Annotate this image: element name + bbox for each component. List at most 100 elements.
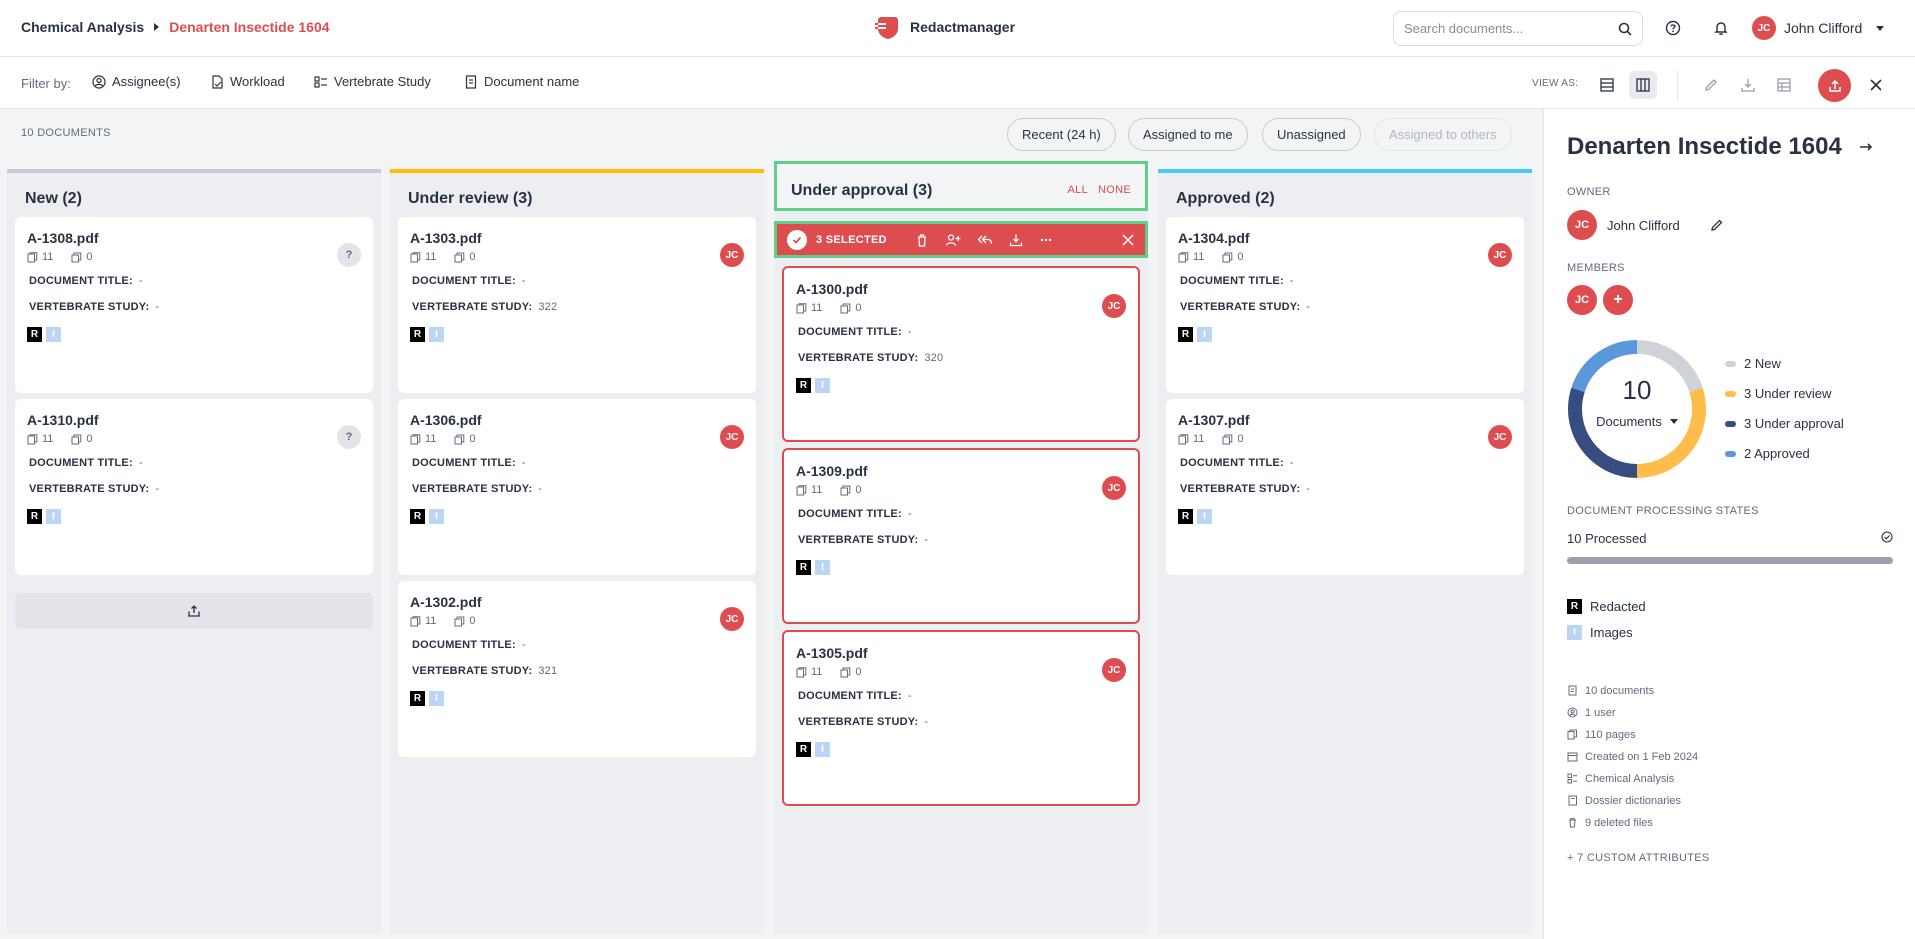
document-name[interactable]: A-1304.pdf bbox=[1178, 230, 1250, 246]
quick-filter-assigned-to-me[interactable]: Assigned to me bbox=[1128, 118, 1248, 151]
select-all-link[interactable]: ALL bbox=[1068, 184, 1088, 196]
document-title-label: DOCUMENT TITLE: bbox=[798, 326, 902, 338]
filter-vertebrate-study[interactable]: Vertebrate Study bbox=[314, 74, 431, 89]
donut-selector[interactable]: Documents bbox=[1567, 414, 1707, 429]
assignee-avatar[interactable]: JC bbox=[720, 425, 744, 449]
document-icon bbox=[465, 74, 477, 89]
assignee-avatar[interactable]: JC bbox=[1102, 476, 1126, 500]
export-button[interactable] bbox=[1818, 69, 1851, 102]
custom-attributes-link[interactable]: + 7 CUSTOM ATTRIBUTES bbox=[1567, 852, 1710, 864]
document-card[interactable]: A-1305.pdf 11 0 DOCUMENT TITLE: - VERTEBRATE … bbox=[782, 630, 1140, 806]
document-icon bbox=[1568, 685, 1577, 696]
download-button[interactable] bbox=[1734, 71, 1762, 99]
more-icon[interactable] bbox=[1039, 233, 1053, 247]
close-button[interactable] bbox=[1862, 71, 1890, 99]
assign-user-icon[interactable] bbox=[945, 233, 961, 247]
document-name[interactable]: A-1302.pdf bbox=[410, 594, 482, 610]
vertebrate-study-label: VERTEBRATE STUDY: bbox=[412, 665, 533, 677]
document-card[interactable]: A-1307.pdf 11 0 DOCUMENT TITLE: - VERTEBRATE … bbox=[1166, 399, 1524, 575]
delete-icon[interactable] bbox=[915, 233, 929, 247]
document-name[interactable]: A-1308.pdf bbox=[27, 230, 99, 246]
close-icon[interactable] bbox=[1121, 233, 1135, 247]
upload-documents-button[interactable] bbox=[15, 593, 373, 629]
search-box bbox=[1393, 11, 1643, 46]
images-tag-icon: I bbox=[46, 509, 61, 524]
arrow-right-icon[interactable] bbox=[1858, 139, 1874, 155]
move-back-icon[interactable] bbox=[977, 233, 993, 247]
vertebrate-study-field: VERTEBRATE STUDY: 320 bbox=[798, 352, 943, 364]
breadcrumb-current[interactable]: Denarten Insectide 1604 bbox=[169, 19, 329, 35]
document-title-field: DOCUMENT TITLE: - bbox=[1180, 275, 1294, 287]
assignee-avatar[interactable]: JC bbox=[1488, 425, 1512, 449]
document-name[interactable]: A-1307.pdf bbox=[1178, 412, 1250, 428]
vertebrate-study-field: VERTEBRATE STUDY: 321 bbox=[412, 665, 557, 677]
view-list-button[interactable] bbox=[1593, 71, 1621, 99]
document-tags: RI bbox=[796, 378, 830, 393]
document-name[interactable]: A-1310.pdf bbox=[27, 412, 99, 428]
breadcrumb-parent[interactable]: Chemical Analysis bbox=[21, 19, 144, 35]
quick-filter-recent[interactable]: Recent (24 h) bbox=[1007, 118, 1116, 151]
legend-item[interactable]: 2 New bbox=[1725, 356, 1844, 371]
vertebrate-study-value: 320 bbox=[924, 352, 944, 364]
legend-item[interactable]: 3 Under review bbox=[1725, 386, 1844, 401]
brand[interactable]: Redactmanager bbox=[874, 13, 1015, 41]
document-card[interactable]: A-1302.pdf 11 0 DOCUMENT TITLE: - VERTEBRATE … bbox=[398, 581, 756, 757]
report-button[interactable] bbox=[1770, 71, 1798, 99]
legend-item[interactable]: 3 Under approval bbox=[1725, 416, 1844, 431]
member-avatar[interactable]: JC bbox=[1567, 285, 1597, 315]
assignee-avatar[interactable]: JC bbox=[1488, 243, 1512, 267]
column-header: Under approval (3) ALL NONE bbox=[774, 161, 1148, 211]
document-card[interactable]: A-1304.pdf 11 0 DOCUMENT TITLE: - VERTEBRATE … bbox=[1166, 217, 1524, 393]
help-button[interactable] bbox=[1662, 17, 1684, 39]
filter-assignee[interactable]: Assignee(s) bbox=[92, 74, 181, 89]
pages-icon bbox=[1178, 433, 1189, 444]
search-input[interactable] bbox=[1404, 21, 1618, 36]
processed-text: 10 Processed bbox=[1567, 531, 1647, 546]
owner: JC John Clifford bbox=[1567, 210, 1724, 240]
legend-item[interactable]: 2 Approved bbox=[1725, 446, 1844, 461]
assignee-avatar[interactable]: JC bbox=[1102, 658, 1126, 682]
document-name[interactable]: A-1300.pdf bbox=[796, 281, 868, 297]
document-title-value: - bbox=[521, 457, 526, 469]
document-card[interactable]: A-1303.pdf 11 0 DOCUMENT TITLE: - VERTEBRATE … bbox=[398, 217, 756, 393]
column-under-review: Under review (3) A-1303.pdf 11 0 DOCUMENT T… bbox=[390, 169, 764, 934]
filter-workload[interactable]: Workload bbox=[210, 74, 285, 89]
download-icon[interactable] bbox=[1009, 233, 1023, 247]
images-tag-icon: I bbox=[815, 560, 830, 575]
assignee-avatar[interactable]: JC bbox=[720, 607, 744, 631]
pages-icon bbox=[410, 433, 421, 444]
unassigned-badge[interactable]: ? bbox=[337, 243, 361, 267]
selection-check-icon[interactable] bbox=[787, 229, 807, 250]
view-as-label: VIEW AS: bbox=[1532, 78, 1579, 89]
pencil-icon[interactable] bbox=[1710, 218, 1724, 232]
document-name[interactable]: A-1303.pdf bbox=[410, 230, 482, 246]
assignee-avatar[interactable]: JC bbox=[1102, 294, 1126, 318]
unassigned-badge[interactable]: ? bbox=[337, 425, 361, 449]
files-icon bbox=[840, 303, 851, 313]
document-card[interactable]: A-1306.pdf 11 0 DOCUMENT TITLE: - VERTEBRATE … bbox=[398, 399, 756, 575]
vertebrate-study-value: - bbox=[924, 534, 929, 546]
document-card[interactable]: A-1308.pdf 11 0 DOCUMENT TITLE: - VERTEBRATE … bbox=[15, 217, 373, 393]
document-name[interactable]: A-1305.pdf bbox=[796, 645, 868, 661]
page-count: 11 bbox=[1193, 251, 1205, 263]
document-card[interactable]: A-1310.pdf 11 0 DOCUMENT TITLE: - VERTEBRATE … bbox=[15, 399, 373, 575]
add-member-button[interactable]: + bbox=[1603, 285, 1633, 315]
quick-filter-unassigned[interactable]: Unassigned bbox=[1262, 118, 1361, 151]
search-icon[interactable] bbox=[1618, 22, 1632, 36]
assignee-avatar[interactable]: JC bbox=[720, 243, 744, 267]
document-name[interactable]: A-1309.pdf bbox=[796, 463, 868, 479]
document-card[interactable]: A-1309.pdf 11 0 DOCUMENT TITLE: - VERTEBRATE … bbox=[782, 448, 1140, 624]
view-board-button[interactable] bbox=[1629, 71, 1657, 99]
edit-button[interactable] bbox=[1697, 71, 1725, 99]
user-menu[interactable]: JC John Clifford bbox=[1752, 16, 1885, 40]
metadata-item: 10 documents bbox=[1567, 683, 1698, 698]
select-none-link[interactable]: NONE bbox=[1098, 184, 1131, 196]
quick-filter-assigned-to-others[interactable]: Assigned to others bbox=[1374, 118, 1512, 151]
filter-document-name[interactable]: Document name bbox=[464, 74, 579, 89]
redacted-tag-icon: R bbox=[1178, 509, 1193, 524]
document-card[interactable]: A-1300.pdf 11 0 DOCUMENT TITLE: - VERTEBRATE … bbox=[782, 266, 1140, 442]
notifications-button[interactable] bbox=[1710, 17, 1732, 39]
document-tags: RI bbox=[1178, 327, 1212, 342]
document-name[interactable]: A-1306.pdf bbox=[410, 412, 482, 428]
document-stats: 11 0 bbox=[410, 433, 476, 445]
